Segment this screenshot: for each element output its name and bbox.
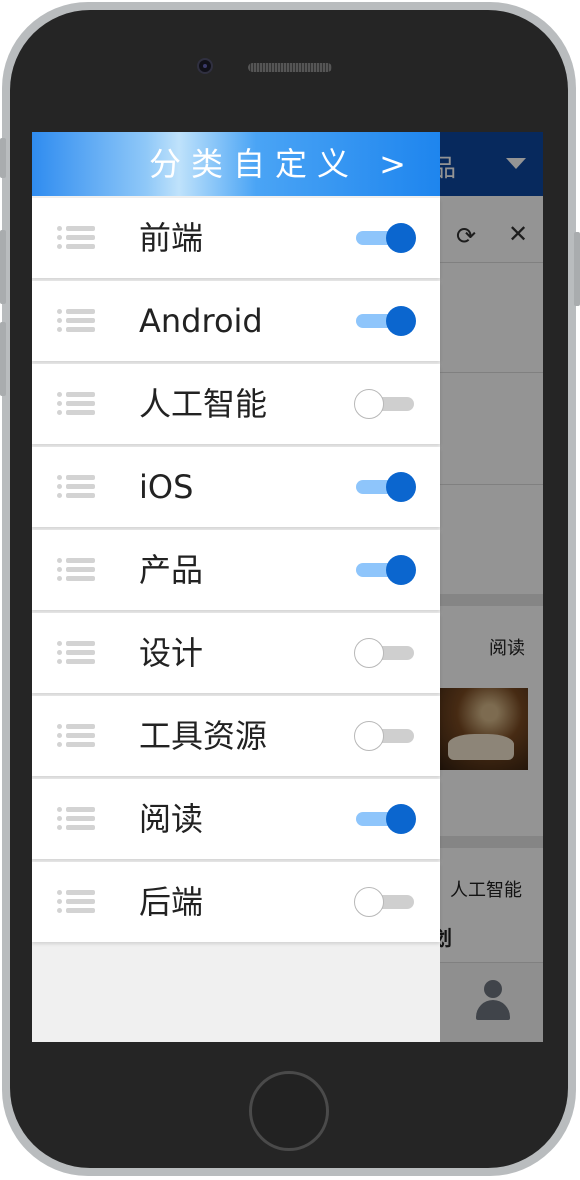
category-toggle[interactable] <box>354 638 416 668</box>
drag-handle-icon[interactable] <box>57 392 95 416</box>
category-label: iOS <box>139 468 194 506</box>
category-toggle[interactable] <box>354 472 416 502</box>
home-button[interactable] <box>249 1071 329 1151</box>
category-row[interactable]: 人工智能 <box>32 364 440 444</box>
drawer-title[interactable]: 分类自定义 > <box>149 144 416 184</box>
screen: 品 ⟳ ✕ 阅读 人工智能 划 分类自定义 > 前端 Android 人工智能 iOS… <box>32 132 543 1042</box>
toggle-knob <box>354 721 384 751</box>
category-row[interactable]: 设计 <box>32 613 440 693</box>
category-toggle[interactable] <box>354 223 416 253</box>
category-label: 阅读 <box>139 800 204 838</box>
category-toggle[interactable] <box>354 555 416 585</box>
category-label: 前端 <box>139 219 204 257</box>
category-row[interactable]: iOS <box>32 447 440 527</box>
category-label: 产品 <box>139 551 204 589</box>
drag-handle-icon[interactable] <box>57 724 95 748</box>
earpiece-speaker <box>248 63 332 72</box>
drag-handle-icon[interactable] <box>57 309 95 333</box>
toggle-knob <box>386 223 416 253</box>
category-label: Android <box>139 302 263 340</box>
toggle-knob <box>354 389 384 419</box>
volume-up-button <box>0 230 6 304</box>
category-row[interactable]: 前端 <box>32 198 440 278</box>
drag-handle-icon[interactable] <box>57 475 95 499</box>
drag-handle-icon[interactable] <box>57 890 95 914</box>
front-camera <box>197 58 213 74</box>
category-toggle[interactable] <box>354 721 416 751</box>
category-label: 工具资源 <box>139 717 268 755</box>
category-label: 设计 <box>139 634 204 672</box>
category-toggle[interactable] <box>354 306 416 336</box>
toggle-knob <box>386 306 416 336</box>
category-label: 后端 <box>139 883 204 921</box>
mute-switch <box>0 138 6 178</box>
category-toggle[interactable] <box>354 804 416 834</box>
category-row[interactable]: 产品 <box>32 530 440 610</box>
drag-handle-icon[interactable] <box>57 641 95 665</box>
category-toggle[interactable] <box>354 887 416 917</box>
toggle-knob <box>386 555 416 585</box>
category-row[interactable]: 阅读 <box>32 779 440 859</box>
category-row[interactable]: 后端 <box>32 862 440 942</box>
volume-down-button <box>0 322 6 396</box>
category-toggle[interactable] <box>354 389 416 419</box>
category-row[interactable]: 工具资源 <box>32 696 440 776</box>
category-label: 人工智能 <box>139 385 268 423</box>
drag-handle-icon[interactable] <box>57 226 95 250</box>
toggle-knob <box>354 638 384 668</box>
power-button <box>574 232 580 306</box>
category-row[interactable]: Android <box>32 281 440 361</box>
toggle-knob <box>386 804 416 834</box>
toggle-knob <box>354 887 384 917</box>
toggle-knob <box>386 472 416 502</box>
drag-handle-icon[interactable] <box>57 558 95 582</box>
category-drawer: 分类自定义 > 前端 Android 人工智能 iOS 产品设计工具资源阅读后端 <box>32 132 440 1042</box>
drawer-header[interactable]: 分类自定义 > <box>32 132 440 196</box>
drag-handle-icon[interactable] <box>57 807 95 831</box>
